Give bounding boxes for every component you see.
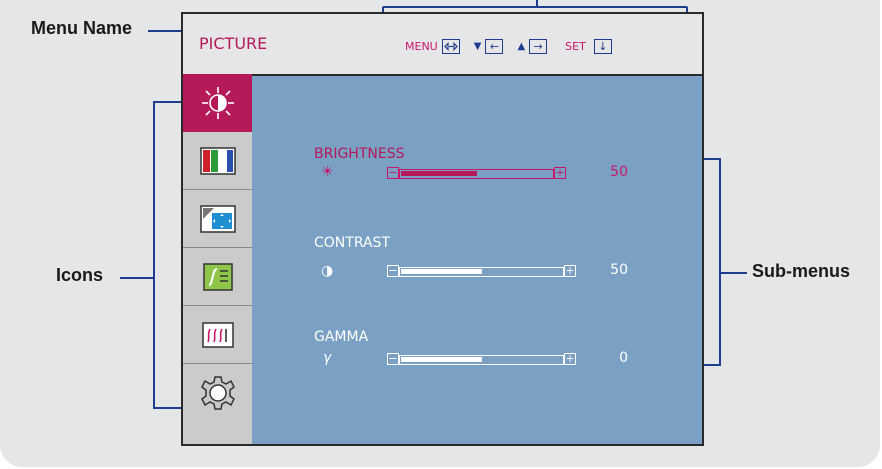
minus-button[interactable]: − bbox=[387, 353, 399, 365]
minus-button[interactable]: − bbox=[387, 265, 399, 277]
callout-icons: Icons bbox=[56, 265, 104, 285]
callout-bracket bbox=[153, 101, 181, 103]
callout-bracket bbox=[153, 101, 155, 409]
level-value: 0 bbox=[619, 350, 628, 366]
contrast-symbol-icon: ◑ bbox=[321, 263, 334, 279]
callout-bracket bbox=[719, 158, 721, 366]
slider-fill bbox=[401, 357, 482, 362]
diagram-canvas: Menu Name Icons Sub-menus PICTURE MENU ▼ bbox=[0, 0, 880, 467]
callout-menu-name: Menu Name bbox=[31, 18, 133, 38]
callout-line bbox=[721, 272, 747, 274]
slider-fill bbox=[401, 269, 482, 274]
level-value: 50 bbox=[610, 262, 628, 278]
brightness-symbol-icon: ☀ bbox=[321, 164, 334, 180]
level-slider[interactable] bbox=[399, 169, 554, 179]
level-slider[interactable] bbox=[399, 267, 564, 277]
minus-button[interactable]: − bbox=[387, 167, 399, 179]
callout-line bbox=[148, 30, 181, 32]
callout-line bbox=[120, 277, 154, 279]
submenu-label: GAMMA bbox=[314, 329, 369, 345]
submenu-list: BRIGHTNESS ☀ − + 50 CONTRAST ◑ − + 50 GA… bbox=[183, 14, 702, 444]
gamma-symbol-icon: γ bbox=[323, 350, 332, 366]
osd-menu: PICTURE MENU ▼ ← ▲ → SET ↓ BRIGHTNESS ☀ … bbox=[181, 12, 704, 446]
callout-sub-menus: Sub-menus bbox=[752, 261, 851, 281]
plus-button[interactable]: + bbox=[564, 265, 576, 277]
submenu-label: BRIGHTNESS bbox=[314, 146, 405, 162]
level-value: 50 bbox=[610, 164, 628, 180]
level-slider[interactable] bbox=[399, 355, 564, 365]
plus-button[interactable]: + bbox=[564, 353, 576, 365]
submenu-label: CONTRAST bbox=[314, 235, 390, 251]
plus-button[interactable]: + bbox=[554, 167, 566, 179]
slider-fill bbox=[401, 171, 477, 176]
callout-bracket bbox=[153, 407, 181, 409]
